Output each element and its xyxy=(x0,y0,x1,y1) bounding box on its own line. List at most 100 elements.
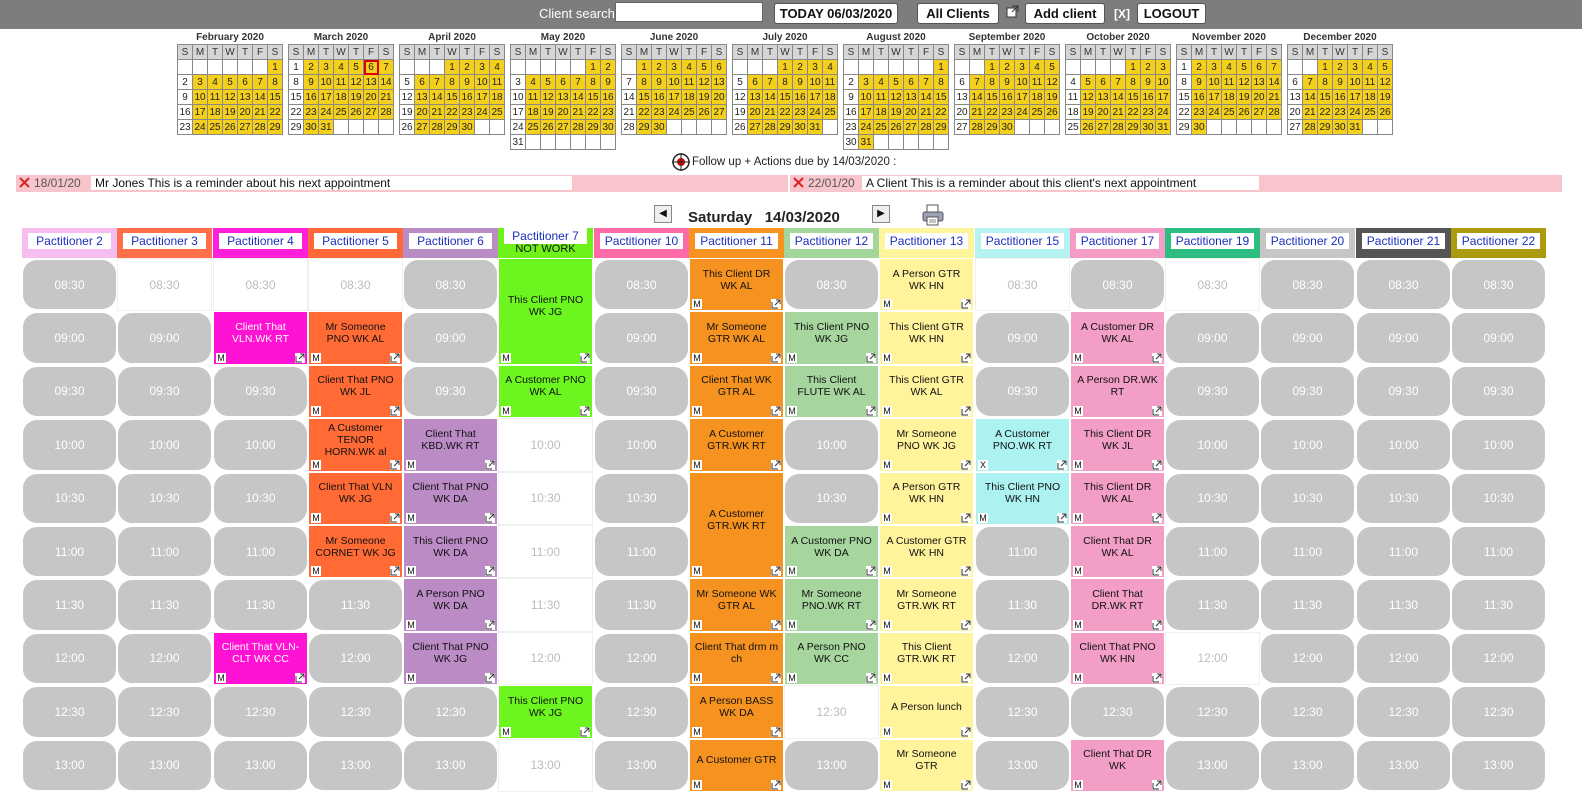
message-flag[interactable]: M xyxy=(406,512,416,523)
calendar-day[interactable]: 23 xyxy=(793,105,808,120)
calendar-day[interactable]: 7 xyxy=(919,75,934,90)
calendar-day[interactable]: 28 xyxy=(379,105,394,120)
calendar-day[interactable]: 13 xyxy=(364,75,379,90)
message-flag[interactable]: M xyxy=(311,512,321,523)
open-appointment-icon[interactable] xyxy=(580,726,590,737)
appointment[interactable]: This Client GTR WK AL M xyxy=(879,364,974,419)
calendar-day[interactable]: 24 xyxy=(193,120,208,135)
unavailable-slot[interactable]: 11:00 xyxy=(498,525,593,579)
calendar-day[interactable]: 4 xyxy=(682,60,697,75)
message-flag[interactable]: M xyxy=(1073,406,1083,417)
calendar-day[interactable]: 9 xyxy=(304,75,319,90)
calendar-day[interactable]: 17 xyxy=(808,90,823,105)
free-slot[interactable]: 11:00 xyxy=(117,525,212,578)
free-slot[interactable]: 12:00 xyxy=(22,632,117,685)
calendar-day[interactable]: 12 xyxy=(1045,75,1060,90)
appointment[interactable]: This Client PNO WK DA M xyxy=(403,525,498,579)
open-appointment-icon[interactable] xyxy=(771,299,781,310)
calendar-day[interactable]: 22 xyxy=(1177,105,1192,120)
free-slot[interactable]: 13:00 xyxy=(784,739,879,792)
calendar-day[interactable]: 17 xyxy=(475,90,490,105)
calendar-day[interactable]: 21 xyxy=(430,105,445,120)
free-slot[interactable]: 09:30 xyxy=(213,365,308,418)
calendar-day[interactable]: 8 xyxy=(985,75,1000,90)
appointment[interactable]: Client That VLN.WK RT M xyxy=(213,311,308,365)
open-appointment-icon[interactable] xyxy=(771,352,781,363)
calendar-day[interactable]: 6 xyxy=(238,75,253,90)
calendar-day[interactable]: 12 xyxy=(733,90,748,105)
unavailable-slot[interactable]: 12:00 xyxy=(1165,631,1260,686)
calendar-day[interactable]: 4 xyxy=(334,60,349,75)
calendar-day[interactable]: 27 xyxy=(904,120,919,135)
calendar-day[interactable]: 2 xyxy=(793,60,808,75)
open-appointment-icon[interactable] xyxy=(961,406,971,417)
calendar-day[interactable]: 25 xyxy=(1066,120,1081,135)
message-flag[interactable]: M xyxy=(311,406,321,417)
mini-calendar-title[interactable]: February 2020 xyxy=(177,31,283,44)
free-slot[interactable]: 11:30 xyxy=(975,578,1070,631)
free-slot[interactable]: 10:00 xyxy=(594,418,689,471)
calendar-day[interactable]: 25 xyxy=(874,120,889,135)
appointment[interactable]: Client That drm m ch M xyxy=(689,631,784,686)
free-slot[interactable]: 11:00 xyxy=(975,525,1070,578)
calendar-day[interactable]: 10 xyxy=(1015,75,1030,90)
target-icon[interactable] xyxy=(672,152,690,171)
calendar-day[interactable]: 17 xyxy=(667,90,682,105)
calendar-day[interactable]: 15 xyxy=(1126,90,1141,105)
calendar-day[interactable]: 4 xyxy=(1363,60,1378,75)
open-appointment-icon[interactable] xyxy=(1152,406,1162,417)
printer-icon[interactable] xyxy=(922,204,944,226)
calendar-day[interactable]: 6 xyxy=(1288,75,1303,90)
calendar-day[interactable]: 15 xyxy=(268,90,283,105)
practitioner-name[interactable]: Pactitioner 5 xyxy=(314,233,397,249)
open-appointment-icon[interactable] xyxy=(485,619,495,630)
free-slot[interactable]: 13:00 xyxy=(22,739,117,792)
calendar-day[interactable]: 3 xyxy=(1015,60,1030,75)
calendar-day[interactable]: 5 xyxy=(1378,60,1393,75)
calendar-day[interactable]: 2 xyxy=(304,60,319,75)
appointment[interactable]: Client That DR WK M xyxy=(1070,738,1165,792)
free-slot[interactable]: 08:30 xyxy=(1070,258,1165,311)
calendar-day[interactable]: 23 xyxy=(1192,105,1207,120)
calendar-day[interactable]: 6 xyxy=(364,60,379,75)
calendar-day[interactable]: 22 xyxy=(1318,105,1333,120)
calendar-day[interactable]: 9 xyxy=(1333,75,1348,90)
calendar-day[interactable]: 12 xyxy=(223,90,238,105)
free-slot[interactable]: 10:30 xyxy=(594,472,689,525)
calendar-day[interactable]: 19 xyxy=(733,105,748,120)
mini-calendar-title[interactable]: June 2020 xyxy=(621,31,727,44)
calendar-day[interactable]: 22 xyxy=(985,105,1000,120)
calendar-day[interactable]: 14 xyxy=(763,90,778,105)
appointment[interactable]: Client That PNO WK JL M xyxy=(308,364,403,419)
appointment[interactable]: A Person GTR WK HN M xyxy=(879,471,974,525)
calendar-day[interactable]: 25 xyxy=(334,105,349,120)
calendar-day[interactable]: 11 xyxy=(1363,75,1378,90)
appointment[interactable]: A Person lunch M xyxy=(879,685,974,739)
calendar-day[interactable]: 12 xyxy=(400,90,415,105)
calendar-day[interactable]: 28 xyxy=(763,120,778,135)
calendar-day[interactable]: 2 xyxy=(601,60,616,75)
message-flag[interactable]: M xyxy=(501,352,511,363)
calendar-day[interactable]: 11 xyxy=(334,75,349,90)
calendar-day[interactable]: 12 xyxy=(1081,90,1096,105)
free-slot[interactable]: 13:00 xyxy=(117,739,212,792)
calendar-day[interactable]: 2 xyxy=(460,60,475,75)
calendar-day[interactable]: 10 xyxy=(193,90,208,105)
calendar-day[interactable]: 29 xyxy=(586,120,601,135)
free-slot[interactable]: 09:30 xyxy=(117,365,212,418)
message-flag[interactable]: M xyxy=(882,673,892,684)
appointment[interactable]: This Client GTR.WK RT M xyxy=(879,631,974,686)
calendar-day[interactable]: 5 xyxy=(889,75,904,90)
free-slot[interactable]: 09:30 xyxy=(594,365,689,418)
message-flag[interactable]: M xyxy=(787,673,797,684)
free-slot[interactable]: 11:00 xyxy=(1260,525,1355,578)
free-slot[interactable]: 09:00 xyxy=(594,311,689,364)
free-slot[interactable]: 12:30 xyxy=(1356,685,1451,738)
free-slot[interactable]: 10:30 xyxy=(213,472,308,525)
message-flag[interactable]: M xyxy=(692,673,702,684)
unavailable-slot[interactable]: 12:00 xyxy=(498,631,593,686)
open-appointment-icon[interactable] xyxy=(961,726,971,737)
free-slot[interactable]: 12:30 xyxy=(1165,685,1260,738)
calendar-day[interactable]: 7 xyxy=(622,75,637,90)
open-appointment-icon[interactable] xyxy=(866,673,876,684)
